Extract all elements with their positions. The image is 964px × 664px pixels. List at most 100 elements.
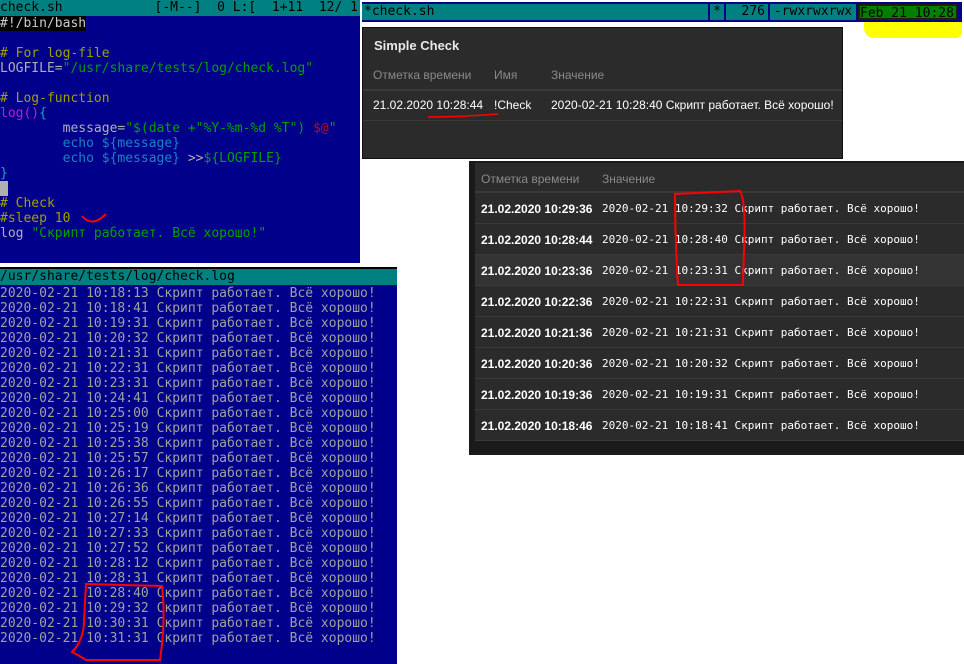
column-header-value[interactable]: Значение: [602, 172, 655, 186]
log-line: 2020-02-21 10:28:31 Скрипт работает. Всё…: [0, 571, 397, 586]
file-permissions: -rwxrwxrwx: [770, 4, 858, 20]
code-token: >>: [187, 151, 204, 166]
code-token: $@: [313, 121, 329, 136]
column-header-timestamp[interactable]: Отметка времени: [373, 68, 471, 82]
log-line: 2020-02-21 10:26:55 Скрипт работает. Всё…: [0, 496, 397, 511]
log-time: 10:18:41: [86, 301, 149, 316]
row-timestamp: 21.02.2020 10:21:36: [481, 326, 593, 340]
log-message: Скрипт работает. Всё хорошо!: [156, 421, 376, 436]
row-timestamp: 21.02.2020 10:18:46: [481, 419, 593, 433]
log-line: 2020-02-21 10:27:33 Скрипт работает. Всё…: [0, 526, 397, 541]
log-date: 2020-02-21: [0, 541, 79, 556]
log-message: Скрипт работает. Всё хорошо!: [156, 616, 376, 631]
log-date: 2020-02-21: [0, 511, 79, 526]
row-timestamp: 21.02.2020 10:20:36: [481, 357, 593, 371]
file-flag: *: [710, 4, 726, 20]
log-time: 10:25:57: [86, 451, 149, 466]
log-message: Скрипт работает. Всё хорошо!: [156, 286, 376, 301]
log-message: Скрипт работает. Всё хорошо!: [156, 466, 376, 481]
table-row[interactable]: 21.02.2020 10:18:46 2020-02-21 10:18:41 С…: [475, 410, 964, 441]
column-header-timestamp[interactable]: Отметка времени: [481, 172, 579, 186]
log-date: 2020-02-21: [0, 631, 79, 646]
table-row[interactable]: 21.02.2020 10:22:36 2020-02-21 10:22:31 С…: [475, 286, 964, 317]
log-message: Скрипт работает. Всё хорошо!: [156, 601, 376, 616]
table-row[interactable]: 21.02.2020 10:21:36 2020-02-21 10:21:31 С…: [475, 317, 964, 348]
log-time: 10:27:14: [86, 511, 149, 526]
code-token: "/usr/share/tests/log/check.log": [62, 61, 314, 76]
history-table-panel: Отметка времени Значение 21.02.2020 10:2…: [469, 161, 964, 455]
code-token: "Скрипт работает. Всё хорошо!": [31, 226, 267, 241]
log-message: Скрипт работает. Всё хорошо!: [156, 571, 376, 586]
code-line: }: [0, 166, 8, 181]
column-header-name[interactable]: Имя: [494, 68, 517, 82]
code-token: ${LOGFILE}: [203, 151, 282, 166]
log-time: 10:24:41: [86, 391, 149, 406]
log-time: 10:22:31: [86, 361, 149, 376]
panel-title: Simple Check: [374, 38, 460, 53]
divider: [363, 89, 842, 91]
table-row[interactable]: 21.02.2020 10:20:36 2020-02-21 10:20:32 С…: [475, 348, 964, 379]
log-time: 10:23:31: [86, 376, 149, 391]
log-line: 2020-02-21 10:31:31 Скрипт работает. Всё…: [0, 631, 397, 646]
table-row[interactable]: 21.02.2020 10:23:36 2020-02-21 10:23:31 С…: [475, 255, 964, 286]
log-date: 2020-02-21: [0, 286, 79, 301]
row-value: 2020-02-21 10:23:31 Скрипт работает. Всё…: [602, 264, 920, 277]
code-line: # Log-function: [0, 91, 110, 106]
log-time: 10:30:31: [86, 616, 149, 631]
row-timestamp: 21.02.2020 10:28:44: [481, 233, 593, 247]
row-timestamp: 21.02.2020 10:28:44: [373, 98, 484, 112]
log-date: 2020-02-21: [0, 421, 79, 436]
log-message: Скрипт работает. Всё хорошо!: [156, 526, 376, 541]
log-date: 2020-02-21: [0, 376, 79, 391]
log-date: 2020-02-21: [0, 331, 79, 346]
log-time: 10:31:31: [86, 631, 149, 646]
table-row[interactable]: 21.02.2020 10:28:44 2020-02-21 10:28:40 С…: [475, 224, 964, 255]
editor-window[interactable]: check.sh [-M--] 0 L:[ 1+11 12/ 1 #!/bin/b…: [0, 0, 360, 263]
code-token: log: [0, 226, 32, 241]
code-token: ": [328, 121, 337, 136]
log-date: 2020-02-21: [0, 301, 79, 316]
log-line: 2020-02-21 10:30:31 Скрипт работает. Всё…: [0, 616, 397, 631]
log-time: 10:20:32: [86, 331, 149, 346]
code-token: "$(date +"%Y-%m-%d %T"): [125, 121, 314, 136]
log-line: 2020-02-21 10:25:57 Скрипт работает. Всё…: [0, 451, 397, 466]
row-value: 2020-02-21 10:28:40 Скрипт работает. Всё…: [551, 98, 834, 112]
log-time: 10:29:32: [86, 601, 149, 616]
log-date: 2020-02-21: [0, 436, 79, 451]
log-time: 10:28:31: [86, 571, 149, 586]
log-date: 2020-02-21: [0, 556, 79, 571]
log-line: 2020-02-21 10:28:40 Скрипт работает. Всё…: [0, 586, 397, 601]
log-time: 10:18:13: [86, 286, 149, 301]
log-time: 10:19:31: [86, 316, 149, 331]
log-line: 2020-02-21 10:28:12 Скрипт работает. Всё…: [0, 556, 397, 571]
log-date: 2020-02-21: [0, 451, 79, 466]
editor-title-bar: check.sh [-M--] 0 L:[ 1+11 12/ 1: [0, 0, 360, 16]
log-line: 2020-02-21 10:27:14 Скрипт работает. Всё…: [0, 511, 397, 526]
row-value: 2020-02-21 10:29:32 Скрипт работает. Всё…: [602, 202, 920, 215]
log-line: 2020-02-21 10:18:13 Скрипт работает. Всё…: [0, 286, 397, 301]
log-date: 2020-02-21: [0, 346, 79, 361]
log-time: 10:27:33: [86, 526, 149, 541]
log-time: 10:25:19: [86, 421, 149, 436]
text-cursor: [0, 181, 8, 196]
log-message: Скрипт работает. Всё хорошо!: [156, 496, 376, 511]
row-timestamp: 21.02.2020 10:29:36: [481, 202, 593, 216]
editor-content[interactable]: #!/bin/bash # For log-file LOGFILE="/usr…: [0, 16, 360, 241]
row-value: 2020-02-21 10:28:40 Скрипт работает. Всё…: [602, 233, 920, 246]
log-message: Скрипт работает. Всё хорошо!: [156, 511, 376, 526]
code-line: #sleep 10: [0, 211, 71, 226]
log-line: 2020-02-21 10:29:32 Скрипт работает. Всё…: [0, 601, 397, 616]
log-date: 2020-02-21: [0, 481, 79, 496]
table-row[interactable]: 21.02.2020 10:29:36 2020-02-21 10:29:32 С…: [475, 193, 964, 224]
log-line: 2020-02-21 10:22:31 Скрипт работает. Всё…: [0, 361, 397, 376]
log-time: 10:28:12: [86, 556, 149, 571]
code-line: # Check: [0, 196, 55, 211]
code-line: # For log-file: [0, 46, 110, 61]
log-line: 2020-02-21 10:26:36 Скрипт работает. Всё…: [0, 481, 397, 496]
table-row[interactable]: 21.02.2020 10:19:36 2020-02-21 10:19:31 С…: [475, 379, 964, 410]
log-viewer[interactable]: /usr/share/tests/log/check.log 2020-02-2…: [0, 267, 397, 664]
log-time: 10:21:31: [86, 346, 149, 361]
column-header-value[interactable]: Значение: [551, 68, 604, 82]
log-message: Скрипт работает. Всё хорошо!: [156, 436, 376, 451]
code-token: log(): [0, 106, 40, 121]
